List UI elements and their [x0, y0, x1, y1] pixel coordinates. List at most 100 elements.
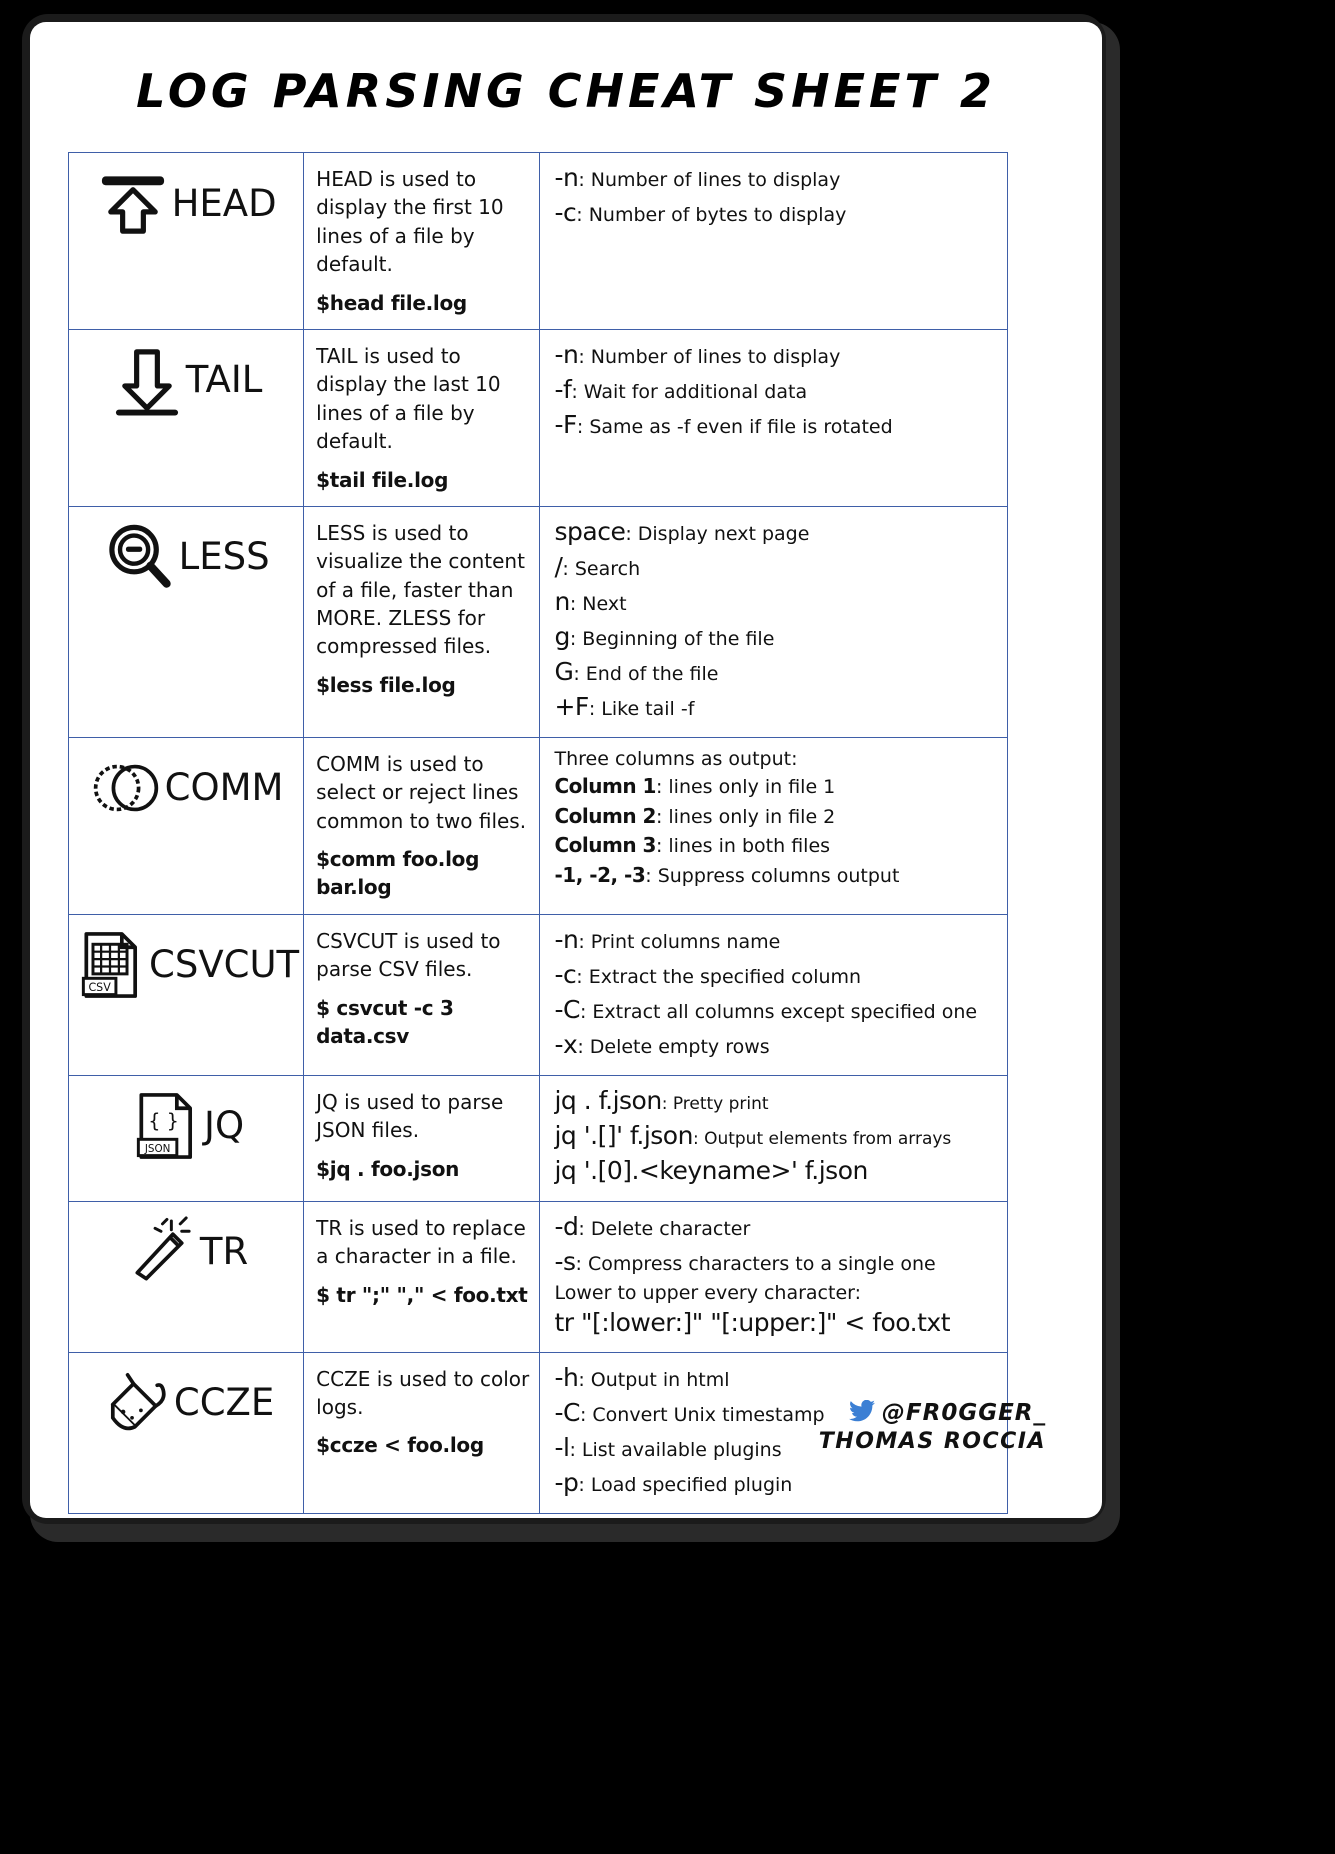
option-description: : Number of lines to display: [578, 345, 841, 368]
command-icon-cell: CSV CSVCUT: [67, 913, 305, 1076]
option-entry: -c: Number of bytes to display: [554, 198, 999, 228]
command-description-cell: CSVCUT is used to parse CSV files. $ csvc…: [303, 913, 541, 1076]
option-entry: G: End of the file: [554, 657, 999, 687]
paint-bucket-icon: [98, 1366, 172, 1440]
example-command: $ tr ";" "," < foo.txt: [316, 1282, 528, 1307]
command-description-cell: HEAD is used to display the first 10 lin…: [303, 152, 541, 330]
options-command-line: tr "[:lower:]" "[:upper:]" < foo.txt: [554, 1307, 951, 1337]
option-entry: -d: Delete character: [554, 1212, 999, 1242]
option-entry: -n: Print columns name: [554, 925, 999, 955]
table-row: { } JSON JQ JQ is used to parse JSON file…: [67, 1074, 1008, 1202]
table-row: TAIL TAIL is used to display the last 10 …: [67, 328, 1008, 507]
option-entry: jq '.[]' f.json: Output elements from ar…: [554, 1121, 999, 1151]
command-name: CCZE: [173, 1381, 275, 1425]
option-entry: jq '.[0].<keyname>' f.json: [554, 1156, 999, 1186]
option-key: Column 2: [554, 803, 656, 828]
option-description: : Next: [569, 592, 627, 615]
option-description: : Output elements from arrays: [692, 1128, 952, 1149]
option-entry: -1, -2, -3: Suppress columns output: [554, 863, 999, 888]
tablet-device-frame: Log Parsing Cheat Sheet 2 HEAD HEAD is us…: [0, 0, 1335, 1854]
option-key: -n: [554, 163, 579, 192]
example-command: $jq . foo.json: [316, 1156, 460, 1181]
svg-text:{ }: { }: [148, 1109, 179, 1132]
svg-text:JSON: JSON: [144, 1143, 171, 1155]
cheat-sheet-page: Log Parsing Cheat Sheet 2 HEAD HEAD is us…: [30, 22, 1102, 1518]
option-description: : Extract the specified column: [576, 965, 862, 988]
option-entry: Column 1: lines only in file 1: [554, 774, 999, 799]
option-key: jq '.[]' f.json: [554, 1120, 693, 1150]
option-description: : Number of lines to display: [578, 169, 841, 191]
option-key: -h: [554, 1362, 579, 1392]
options-note-after: Lower to upper every character:: [554, 1281, 862, 1304]
table-row: LESS LESS is used to visualize the conten…: [67, 505, 1008, 738]
json-file-icon: { } JSON: [128, 1089, 202, 1163]
options-note: Three columns as output:: [554, 747, 798, 770]
option-description: : Compress characters to a single one: [575, 1252, 936, 1275]
command-name: HEAD: [171, 181, 277, 225]
option-key: -n: [554, 339, 579, 369]
option-description: : Same as -f even if file is rotated: [576, 415, 893, 438]
option-key: n: [554, 586, 570, 616]
option-key: -n: [554, 924, 579, 954]
option-key: G: [554, 656, 574, 686]
description-text: JQ is used to parse JSON files.: [316, 1089, 504, 1143]
twitter-handle[interactable]: @Fr0gger_: [882, 1400, 1046, 1426]
option-entry: /: Search: [554, 552, 999, 582]
option-key: -l: [554, 1432, 570, 1462]
option-key: -s: [554, 1246, 576, 1276]
option-entry: -n: Number of lines to display: [554, 340, 999, 370]
command-icon-cell: CCZE: [67, 1351, 305, 1514]
table-row: CSV CSVCUT CSVCUT is used to parse CSV fi…: [67, 913, 1008, 1076]
option-description: : Display next page: [625, 522, 810, 545]
option-description: : Suppress columns output: [645, 865, 900, 888]
option-entry: -f: Wait for additional data: [554, 375, 999, 405]
option-key: -F: [554, 409, 577, 439]
option-description: : lines only in file 1: [655, 775, 836, 798]
command-options-cell: -n: Number of lines to display -c: Number…: [539, 152, 1008, 330]
csv-file-icon: CSV: [73, 928, 147, 1002]
option-key: jq . f.json: [554, 1085, 662, 1115]
option-entry: -c: Extract the specified column: [554, 960, 999, 990]
option-key: -C: [554, 994, 580, 1024]
table-row: TR TR is used to replace a character in a…: [67, 1200, 1008, 1353]
option-key: space: [554, 516, 626, 546]
command-options-cell: space: Display next page /: Search n: Next…: [539, 505, 1008, 738]
command-options-cell: jq . f.json: Pretty print jq '.[]' f.json…: [539, 1074, 1008, 1202]
venn-diagram-icon: [89, 751, 163, 825]
option-description: : Load specified plugin: [578, 1473, 793, 1496]
command-icon-cell: { } JSON JQ: [67, 1074, 305, 1202]
description-text: CCZE is used to color logs.: [316, 1366, 530, 1420]
option-description: : Output in html: [578, 1368, 730, 1391]
description-text: TAIL is used to display the last 10 line…: [316, 343, 501, 454]
option-description: : Pretty print: [661, 1093, 769, 1114]
command-icon-cell: TAIL: [67, 328, 305, 507]
description-text: CSVCUT is used to parse CSV files.: [316, 928, 501, 982]
magnifier-minus-icon: [103, 520, 177, 594]
option-key: -C: [554, 1397, 580, 1427]
option-key: -1, -2, -3: [554, 863, 646, 888]
option-entry: -n: Number of lines to display: [554, 163, 999, 193]
arrow-down-bar-icon: [110, 343, 184, 417]
example-command: $less file.log: [316, 672, 456, 697]
example-command: $tail file.log: [316, 467, 449, 492]
option-entry: jq . f.json: Pretty print: [554, 1086, 999, 1116]
option-entry: -C: Extract all columns except specified…: [554, 995, 999, 1025]
table-row: COMM COMM is used to select or reject lin…: [67, 736, 1008, 915]
page-title: Log Parsing Cheat Sheet 2: [136, 64, 996, 118]
command-description-cell: LESS is used to visualize the content of…: [303, 505, 541, 738]
option-entry: space: Display next page: [554, 517, 999, 547]
command-description-cell: TAIL is used to display the last 10 line…: [303, 328, 541, 507]
option-key: Column 3: [554, 833, 656, 858]
example-command: $comm foo.log bar.log: [316, 847, 480, 900]
option-key: -c: [554, 198, 577, 227]
command-description-cell: CCZE is used to color logs. $ccze < foo.l…: [303, 1351, 541, 1514]
option-description: : End of the file: [573, 662, 719, 685]
option-entry: Column 2: lines only in file 2: [554, 804, 999, 829]
command-options-cell: -d: Delete character -s: Compress charact…: [539, 1200, 1008, 1353]
example-command: $ csvcut -c 3 data.csv: [316, 995, 454, 1049]
option-key: -f: [554, 374, 572, 404]
command-icon-cell: TR: [67, 1200, 305, 1353]
description-text: HEAD is used to display the first 10 lin…: [316, 167, 504, 277]
option-description: : Print columns name: [578, 930, 781, 953]
magic-wand-icon: [124, 1215, 198, 1289]
